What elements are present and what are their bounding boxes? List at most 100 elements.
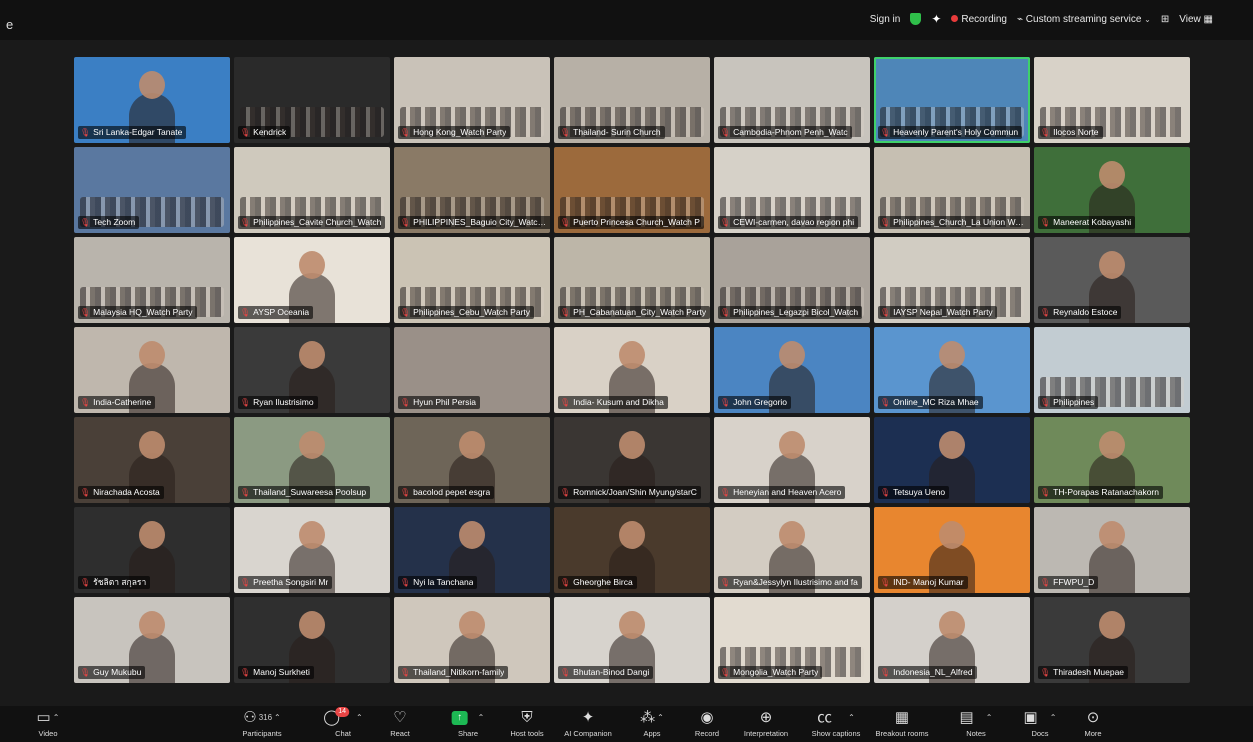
chevron-up-icon[interactable]: ⌃ [986, 708, 993, 728]
view-button[interactable]: View ▦ [1179, 14, 1213, 25]
participant-video-tile[interactable]: 🎙 TH-Porapas Ratanachakorn [1034, 417, 1190, 503]
participant-name: Philippines [1053, 397, 1095, 407]
record-button[interactable]: ◉ Record [695, 708, 719, 738]
chevron-up-icon[interactable]: ⌃ [848, 708, 855, 728]
participant-video-tile[interactable]: 🎙 IAYSP Nepal_Watch Party [874, 237, 1030, 323]
participant-video-tile[interactable]: 🎙 Hyun Phil Persia [394, 327, 550, 413]
mic-muted-icon: 🎙 [1040, 398, 1051, 407]
participant-name: Nirachada Acosta [93, 487, 160, 497]
participant-video-tile[interactable]: 🎙 India- Kusum and Dikha [554, 327, 710, 413]
participant-video-tile[interactable]: 🎙 Ryan Ilustrisimo [234, 327, 390, 413]
participant-video-tile[interactable]: 🎙 Guy Mukubu [74, 597, 230, 683]
participant-video-tile[interactable]: 🎙 Tech Zoom [74, 147, 230, 233]
chevron-up-icon[interactable]: ⌃ [1050, 708, 1057, 728]
participant-video-tile[interactable]: 🎙 Philippines_Church_La Union Watch [874, 147, 1030, 233]
participant-video-tile[interactable]: 🎙 รัชลิตา สกุลรา [74, 507, 230, 593]
participant-video-tile[interactable]: 🎙 Philippines [1034, 327, 1190, 413]
streaming-indicator[interactable]: ⌁ Custom streaming service ⌄ [1017, 14, 1151, 25]
docs-button[interactable]: ▣ ⌃ Docs [1024, 708, 1057, 738]
participant-video-tile[interactable]: 🎙 Gheorghe Birca [554, 507, 710, 593]
participant-video-tile[interactable]: 🎙 Sri Lanka-Edgar Tanate [74, 57, 230, 143]
notes-button[interactable]: ▤ ⌃ Notes [960, 708, 993, 738]
participant-video-tile[interactable]: 🎙 Mongolia_Watch Party [714, 597, 870, 683]
participant-video-tile[interactable]: 🎙 FFWPU_D [1034, 507, 1190, 593]
host-tools-button[interactable]: ⛨ Host tools [510, 708, 543, 738]
video-button[interactable]: ▭ ⌃ Video [37, 708, 60, 738]
participant-video-tile[interactable]: 🎙 PHILIPPINES_Baguio City_Watch P [394, 147, 550, 233]
participant-video-tile[interactable]: 🎙 PH_Cabanatuan_City_Watch Party [554, 237, 710, 323]
more-button[interactable]: ⊙ More [1084, 708, 1101, 738]
participant-video-tile[interactable]: 🎙 Nirachada Acosta [74, 417, 230, 503]
participant-video-tile[interactable]: 🎙 John Gregorio [714, 327, 870, 413]
breakout-rooms-label: Breakout rooms [875, 729, 929, 738]
chevron-up-icon[interactable]: ⌃ [356, 708, 363, 728]
participant-video-tile[interactable]: 🎙 Kendrick [234, 57, 390, 143]
breakout-rooms-button[interactable]: ▦ Breakout rooms [876, 708, 929, 738]
participant-name: Hong Kong_Watch Party [413, 127, 507, 137]
participant-video-tile[interactable]: 🎙 CEWI-carmen, davao region phi [714, 147, 870, 233]
interpretation-label: Interpretation [743, 729, 789, 738]
participant-video-tile[interactable]: 🎙 Philippines_Legazpi Bicol_Watch [714, 237, 870, 323]
grid-apps-icon[interactable]: ⊞ [1161, 14, 1169, 25]
participant-name-tag: 🎙 Philippines_Legazpi Bicol_Watch [718, 306, 863, 319]
participant-video-tile[interactable]: 🎙 Online_MC Riza Mhae [874, 327, 1030, 413]
participant-video-tile[interactable]: 🎙 bacolod pepet esgra [394, 417, 550, 503]
chevron-up-icon[interactable]: ⌃ [657, 708, 664, 728]
gallery-view-grid: 🎙 Sri Lanka-Edgar Tanate 🎙 Kendrick 🎙 Hong Ko… [74, 57, 1190, 689]
participant-video-tile[interactable]: 🎙 India-Catherine [74, 327, 230, 413]
participant-video-tile[interactable]: 🎙 Philippines_Cebu_Watch Party [394, 237, 550, 323]
participant-name-tag: 🎙 Ilocos Norte [1038, 126, 1103, 139]
participant-name-tag: 🎙 bacolod pepet esgra [398, 486, 495, 499]
interpretation-button[interactable]: ⊕ Interpretation [744, 708, 788, 738]
participant-video-tile[interactable]: 🎙 Heavenly Parent's Holy Commun [874, 57, 1030, 143]
sign-in-link[interactable]: Sign in [870, 14, 901, 25]
participant-video-tile[interactable]: 🎙 Tetsuya Ueno [874, 417, 1030, 503]
participant-video-tile[interactable]: 🎙 Preetha Songsiri Mr [234, 507, 390, 593]
share-button[interactable]: ↑ ⌃ Share [451, 708, 485, 738]
participant-video-tile[interactable]: 🎙 Maneerat Kobayashi [1034, 147, 1190, 233]
participant-video-tile[interactable]: 🎙 Reynaldo Estoce [1034, 237, 1190, 323]
participant-video-tile[interactable]: 🎙 Cambodia-Phnom Penh_Watc [714, 57, 870, 143]
participant-video-tile[interactable]: 🎙 Thailand- Surin Church [554, 57, 710, 143]
participant-video-tile[interactable]: 🎙 Thailand_Suwareesa Poolsup [234, 417, 390, 503]
apps-button[interactable]: ⁂ ⌃ Apps [640, 708, 664, 738]
chevron-up-icon[interactable]: ⌃ [53, 708, 60, 728]
participant-video-tile[interactable]: 🎙 Heneyian and Heaven Acero [714, 417, 870, 503]
participant-video-tile[interactable]: 🎙 Indonesia_NL_Alfred [874, 597, 1030, 683]
participant-video-tile[interactable]: 🎙 Nyi la Tanchana [394, 507, 550, 593]
participant-video-tile[interactable]: 🎙 Philippines_Cavite Church_Watch [234, 147, 390, 233]
participant-name-tag: 🎙 Hyun Phil Persia [398, 396, 480, 409]
participant-video-tile[interactable]: 🎙 Malaysia HQ_Watch Party [74, 237, 230, 323]
participant-video-tile[interactable]: 🎙 IND- Manoj Kumar [874, 507, 1030, 593]
chat-unread-badge: 14 [335, 707, 350, 717]
participant-video-tile[interactable]: 🎙 Ilocos Norte [1034, 57, 1190, 143]
participant-video-tile[interactable]: 🎙 Bhutan-Binod Dangi [554, 597, 710, 683]
participant-name: Indonesia_NL_Alfred [893, 667, 973, 677]
participant-name: Thailand- Surin Church [573, 127, 661, 137]
participant-video-tile[interactable]: 🎙 AYSP Oceania [234, 237, 390, 323]
chevron-up-icon[interactable]: ⌃ [274, 708, 281, 728]
ai-companion-button[interactable]: ✦ AI Companion [564, 708, 612, 738]
chevron-up-icon[interactable]: ⌃ [478, 708, 485, 728]
react-button[interactable]: ♡ React [390, 708, 410, 738]
participant-video-tile[interactable]: 🎙 Puerto Princesa Church_Watch P [554, 147, 710, 233]
participant-video-tile[interactable]: 🎙 Romnick/Joan/Shin Myung/starC [554, 417, 710, 503]
participant-name: Ryan Ilustrisimo [253, 397, 314, 407]
participant-name-tag: 🎙 Thailand- Surin Church [558, 126, 665, 139]
show-captions-button[interactable]: ㏄ ⌃ Show captions [812, 708, 861, 738]
participants-button[interactable]: ⚇ 316 ⌃ Participants [242, 708, 281, 738]
participant-video-tile[interactable]: 🎙 Hong Kong_Watch Party [394, 57, 550, 143]
participant-name-tag: 🎙 Romnick/Joan/Shin Myung/starC [558, 486, 701, 499]
participant-video-tile[interactable]: 🎙 Manoj Surkheti [234, 597, 390, 683]
security-shield-icon[interactable] [910, 13, 922, 25]
recording-indicator[interactable]: Recording [951, 14, 1007, 25]
participant-name-tag: 🎙 PH_Cabanatuan_City_Watch Party [558, 306, 710, 319]
participant-video-tile[interactable]: 🎙 Thiradesh Muepae [1034, 597, 1190, 683]
ai-sparkle-icon[interactable]: ✦ [931, 12, 941, 26]
mic-muted-icon: 🎙 [240, 398, 251, 407]
participant-video-tile[interactable]: 🎙 Thailand_Nitikorn-family [394, 597, 550, 683]
participant-name-tag: 🎙 Philippines_Cebu_Watch Party [398, 306, 535, 319]
participant-video-tile[interactable]: 🎙 Ryan&Jessylyn Ilustrisimo and fa [714, 507, 870, 593]
participant-name-tag: 🎙 Bhutan-Binod Dangi [558, 666, 654, 679]
chat-button[interactable]: ◯ 14 ⌃ Chat [323, 707, 363, 738]
